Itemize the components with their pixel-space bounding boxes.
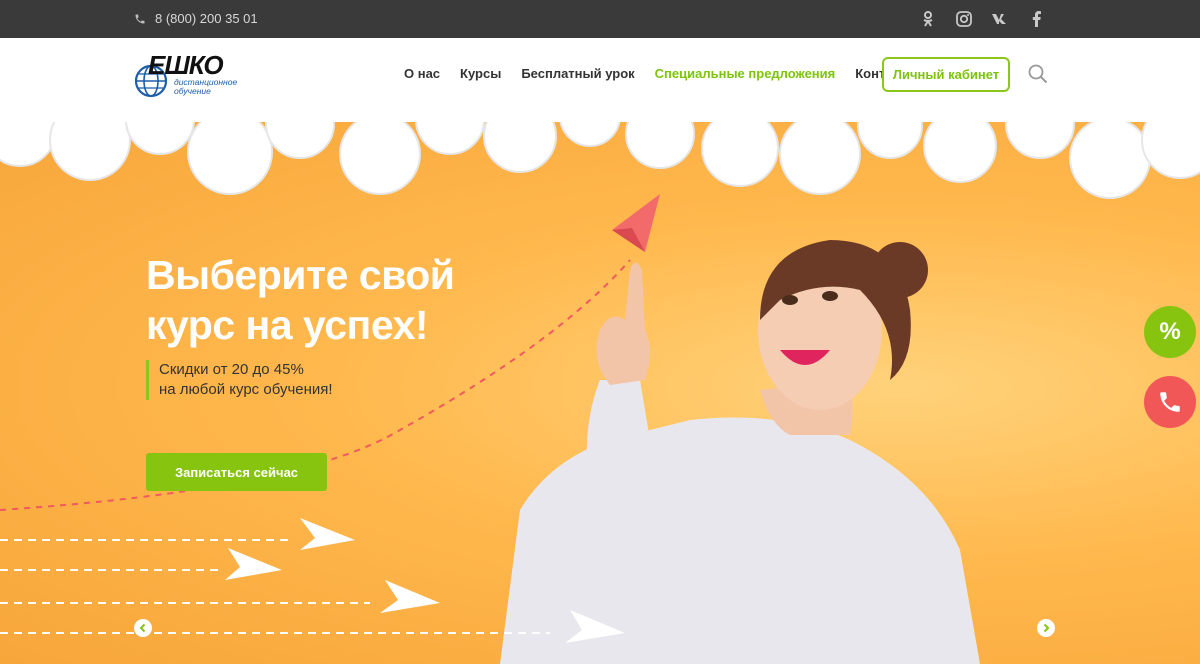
hero-title-line1: Выберите свой bbox=[146, 252, 455, 298]
chevron-left-icon bbox=[139, 623, 146, 633]
signup-now-button[interactable]: Записаться сейчас bbox=[146, 453, 327, 491]
discount-button[interactable]: % bbox=[1144, 306, 1196, 358]
odnoklassniki-icon[interactable] bbox=[910, 8, 946, 30]
nav-item-special-offers[interactable]: Специальные предложения bbox=[655, 66, 836, 81]
slider-next-button[interactable] bbox=[1037, 619, 1055, 637]
nav-item-about[interactable]: О нас bbox=[404, 66, 440, 81]
promo-line2: на любой курс обучения! bbox=[159, 381, 333, 398]
logo-subtitle-line2: обучение bbox=[174, 86, 211, 96]
logo[interactable]: ЕШКО дистанционное обучение bbox=[134, 50, 244, 98]
hero-title: Выберите свой курс на успех! bbox=[146, 250, 455, 350]
main-nav: О нас Курсы Бесплатный урок Специальные … bbox=[404, 66, 937, 81]
nav-item-courses[interactable]: Курсы bbox=[460, 66, 501, 81]
search-icon[interactable] bbox=[1028, 64, 1048, 89]
promo-text: Скидки от 20 до 45% на любой курс обучен… bbox=[146, 360, 333, 400]
chevron-right-icon bbox=[1043, 623, 1050, 633]
nav-item-free-lesson[interactable]: Бесплатный урок bbox=[521, 66, 634, 81]
phone-icon bbox=[135, 14, 145, 23]
facebook-icon[interactable] bbox=[1018, 8, 1054, 30]
percent-icon: % bbox=[1159, 318, 1181, 345]
main-header: ЕШКО дистанционное обучение О нас Курсы … bbox=[0, 38, 1200, 110]
phone-number: 8 (800) 200 35 01 bbox=[155, 11, 258, 26]
phone-icon bbox=[1160, 392, 1180, 412]
promo-line1: Скидки от 20 до 45% bbox=[159, 361, 304, 378]
top-bar: 8 (800) 200 35 01 bbox=[0, 0, 1200, 38]
logo-subtitle: дистанционное обучение bbox=[174, 78, 237, 96]
hero-banner: Выберите свой курс на успех! Скидки от 2… bbox=[0, 110, 1200, 664]
instagram-icon[interactable] bbox=[946, 8, 982, 30]
vk-icon[interactable] bbox=[982, 8, 1018, 30]
social-links bbox=[910, 8, 1054, 30]
slider-prev-button[interactable] bbox=[134, 619, 152, 637]
hero-title-line2: курс на успех! bbox=[146, 302, 429, 348]
phone-link[interactable]: 8 (800) 200 35 01 bbox=[134, 11, 258, 26]
callback-button[interactable] bbox=[1144, 376, 1196, 428]
personal-cabinet-button[interactable]: Личный кабинет bbox=[882, 57, 1010, 92]
